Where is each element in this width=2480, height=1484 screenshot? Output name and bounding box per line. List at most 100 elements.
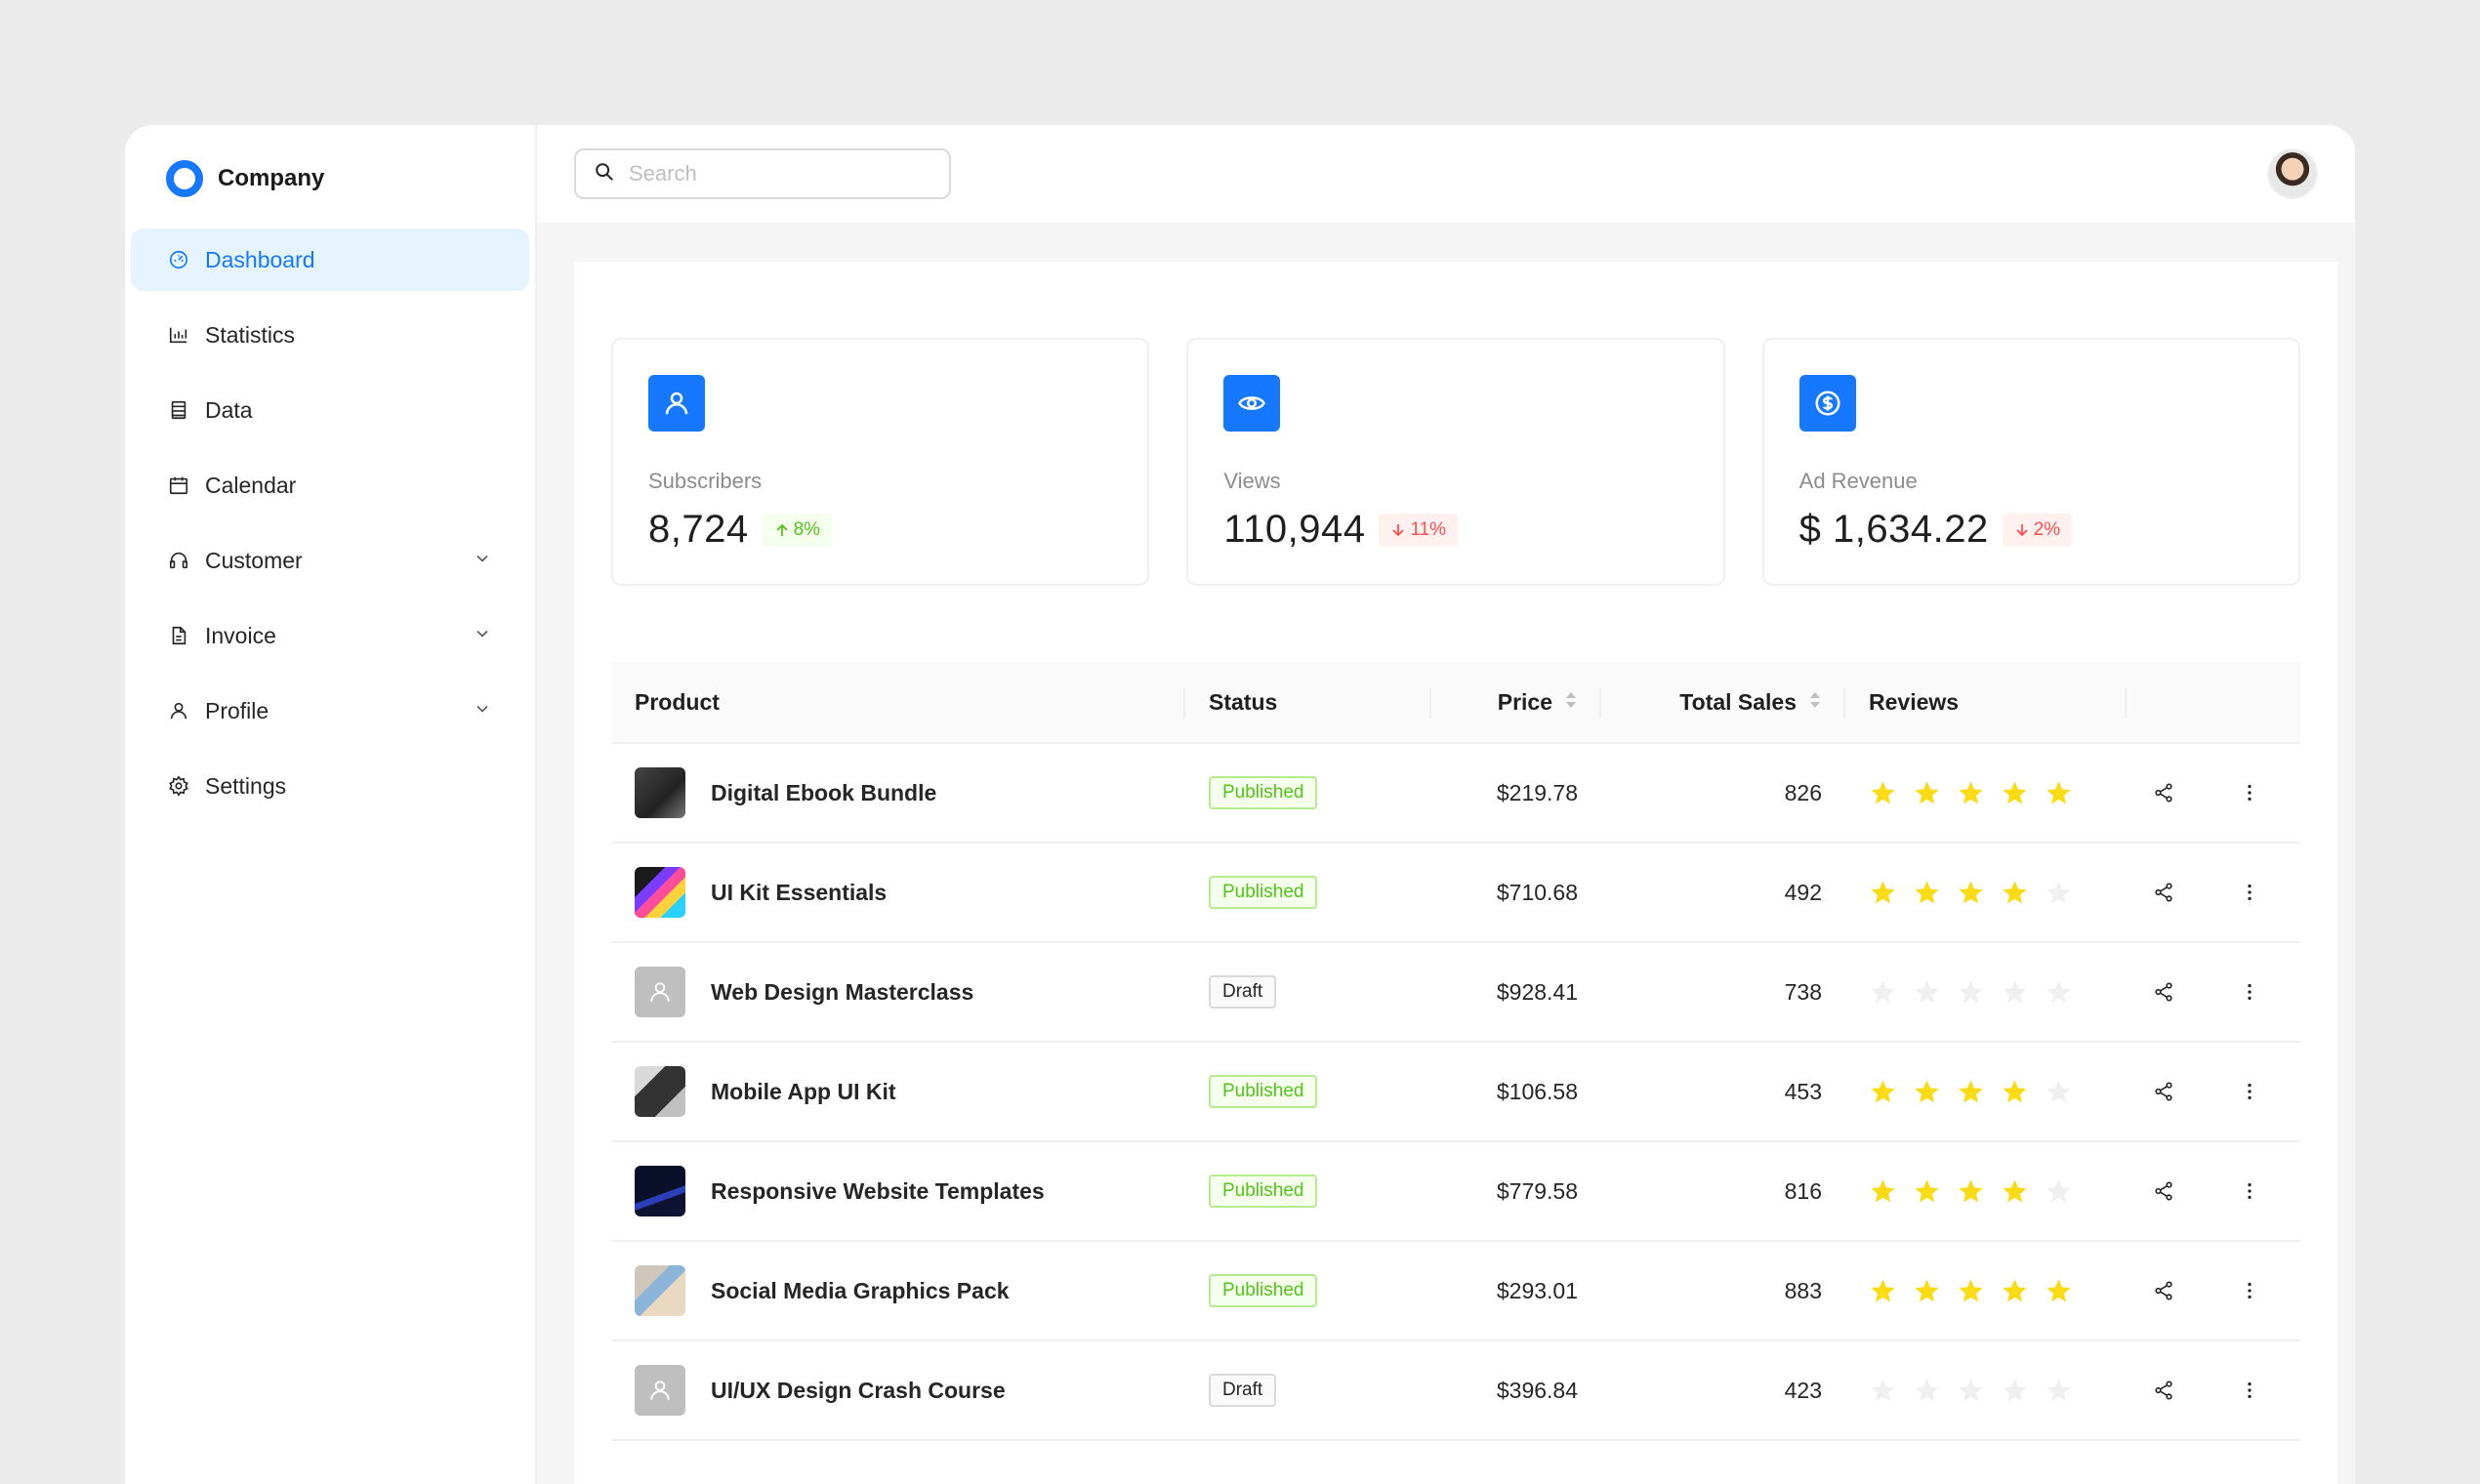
- col-product: Product: [611, 662, 1185, 742]
- sidebar-item-settings[interactable]: Settings: [131, 755, 529, 817]
- dashboard-content: Subscribers 8,724 8% Views 110,944 11% Ad Reve…: [574, 262, 2337, 1484]
- reviews-cell: [1845, 1142, 2127, 1240]
- star-icon: [1913, 1377, 1941, 1405]
- col-sales[interactable]: Total Sales: [1601, 662, 1845, 742]
- star-icon: [1869, 1078, 1897, 1106]
- price-cell: $219.78: [1496, 779, 1578, 805]
- more-button[interactable]: [2201, 744, 2298, 842]
- table-row[interactable]: Digital Ebook Bundle Published $219.78 826: [611, 744, 2300, 844]
- more-button[interactable]: [2201, 844, 2298, 941]
- stats-row: Subscribers 8,724 8% Views 110,944 11% Ad Reve…: [611, 338, 2300, 586]
- brand[interactable]: Company: [131, 148, 529, 209]
- sort-icon[interactable]: [1552, 689, 1578, 716]
- file-icon: [168, 625, 189, 646]
- stat-value-row: 8,724 8%: [648, 508, 1112, 552]
- share-button[interactable]: [2127, 744, 2201, 842]
- trend-value: 2%: [2033, 518, 2061, 540]
- share-button[interactable]: [2127, 943, 2201, 1041]
- col-sales-label: Total Sales: [1679, 688, 1797, 715]
- sidebar-item-data[interactable]: Data: [131, 379, 529, 441]
- star-icon: [2001, 1377, 2029, 1405]
- price-cell: $396.84: [1496, 1377, 1578, 1403]
- col-status-label: Status: [1209, 688, 1278, 715]
- star-icon: [2001, 978, 2029, 1007]
- product-name[interactable]: Mobile App UI Kit: [711, 1079, 896, 1105]
- star-rating: [1869, 978, 2073, 1007]
- product-name[interactable]: Responsive Website Templates: [711, 1178, 1045, 1205]
- star-icon: [1913, 1177, 1941, 1206]
- status-cell: Published: [1185, 844, 1431, 941]
- share-icon: [2153, 1180, 2174, 1202]
- product-name[interactable]: Social Media Graphics Pack: [711, 1278, 1010, 1304]
- product-name[interactable]: UI/UX Design Crash Course: [711, 1378, 1006, 1404]
- dashboard-icon: [168, 249, 189, 270]
- table-header: Product Status Price Total Sales Reviews: [611, 662, 2300, 744]
- star-icon: [2001, 879, 2029, 907]
- product-name[interactable]: UI Kit Essentials: [711, 880, 887, 906]
- sidebar-item-statistics[interactable]: Statistics: [131, 304, 529, 366]
- more-vertical-icon: [2239, 1081, 2260, 1102]
- star-icon: [1869, 978, 1897, 1007]
- chevron-down-icon[interactable]: [473, 623, 492, 649]
- share-button[interactable]: [2127, 844, 2201, 941]
- star-icon: [2001, 1078, 2029, 1106]
- star-icon: [1913, 879, 1941, 907]
- more-vertical-icon: [2239, 1280, 2260, 1301]
- chevron-down-icon[interactable]: [473, 698, 492, 724]
- sidebar-item-invoice[interactable]: Invoice: [131, 604, 529, 667]
- table-row[interactable]: Social Media Graphics Pack Published $293.…: [611, 1242, 2300, 1341]
- sidebar-item-calendar[interactable]: Calendar: [131, 454, 529, 516]
- table-row[interactable]: Responsive Website Templates Published $77…: [611, 1142, 2300, 1242]
- sidebar-item-customer[interactable]: Customer: [131, 529, 529, 592]
- table-row[interactable]: UI Kit Essentials Published $710.68 492: [611, 844, 2300, 943]
- stat-value: 110,944: [1223, 508, 1366, 551]
- share-button[interactable]: [2127, 1142, 2201, 1240]
- share-button[interactable]: [2127, 1341, 2201, 1439]
- stat-value-row: 110,944 11%: [1223, 508, 1687, 552]
- table-row[interactable]: UI/UX Design Crash Course Draft $396.84 423: [611, 1341, 2300, 1441]
- star-icon: [1913, 779, 1941, 807]
- sidebar-item-dashboard[interactable]: Dashboard: [131, 228, 529, 291]
- table-row[interactable]: Web Design Masterclass Draft $928.41 738: [611, 943, 2300, 1043]
- avatar[interactable]: [2267, 148, 2318, 199]
- star-icon: [1957, 978, 1985, 1007]
- table-row[interactable]: Mobile App UI Kit Published $106.58 453: [611, 1043, 2300, 1142]
- search-input[interactable]: [629, 161, 922, 186]
- chevron-down-icon[interactable]: [473, 548, 492, 574]
- gear-icon: [168, 775, 189, 797]
- trend-badge: 2%: [2002, 513, 2073, 547]
- product-cell: UI/UX Design Crash Course: [611, 1341, 1185, 1439]
- more-button[interactable]: [2201, 943, 2298, 1041]
- products-table: Product Status Price Total Sales Reviews…: [611, 662, 2300, 1441]
- more-button[interactable]: [2201, 1043, 2298, 1140]
- reviews-cell: [1845, 1043, 2127, 1140]
- stat-card-subscribers: Subscribers 8,724 8%: [611, 338, 1150, 586]
- more-button[interactable]: [2201, 1142, 2298, 1240]
- col-price[interactable]: Price: [1431, 662, 1601, 742]
- star-icon: [2045, 1078, 2073, 1106]
- search-box[interactable]: [574, 148, 951, 199]
- sidebar-item-profile[interactable]: Profile: [131, 680, 529, 742]
- more-button[interactable]: [2201, 1341, 2298, 1439]
- sort-icon[interactable]: [1797, 689, 1822, 716]
- status-cell: Published: [1185, 1242, 1431, 1340]
- reviews-cell: [1845, 744, 2127, 842]
- share-button[interactable]: [2127, 1242, 2201, 1340]
- trend-value: 8%: [793, 518, 821, 540]
- app-window: Company Dashboard Statistics Data Calendar C…: [125, 125, 2355, 1484]
- product-thumbnail: [635, 767, 685, 818]
- col-reviews-label: Reviews: [1869, 688, 1960, 715]
- star-rating: [1869, 779, 2073, 807]
- status-badge: Published: [1209, 876, 1318, 909]
- price-cell: $293.01: [1496, 1277, 1578, 1303]
- star-icon: [1957, 1377, 1985, 1405]
- more-button[interactable]: [2201, 1242, 2298, 1340]
- product-name[interactable]: Web Design Masterclass: [711, 979, 973, 1006]
- trend-badge: 11%: [1379, 513, 1459, 547]
- product-name[interactable]: Digital Ebook Bundle: [711, 780, 936, 806]
- sales-cell: 492: [1784, 879, 1822, 905]
- share-button[interactable]: [2127, 1043, 2201, 1140]
- eye-icon: [1223, 375, 1281, 432]
- star-icon: [2001, 1177, 2029, 1206]
- star-icon: [1913, 1078, 1941, 1106]
